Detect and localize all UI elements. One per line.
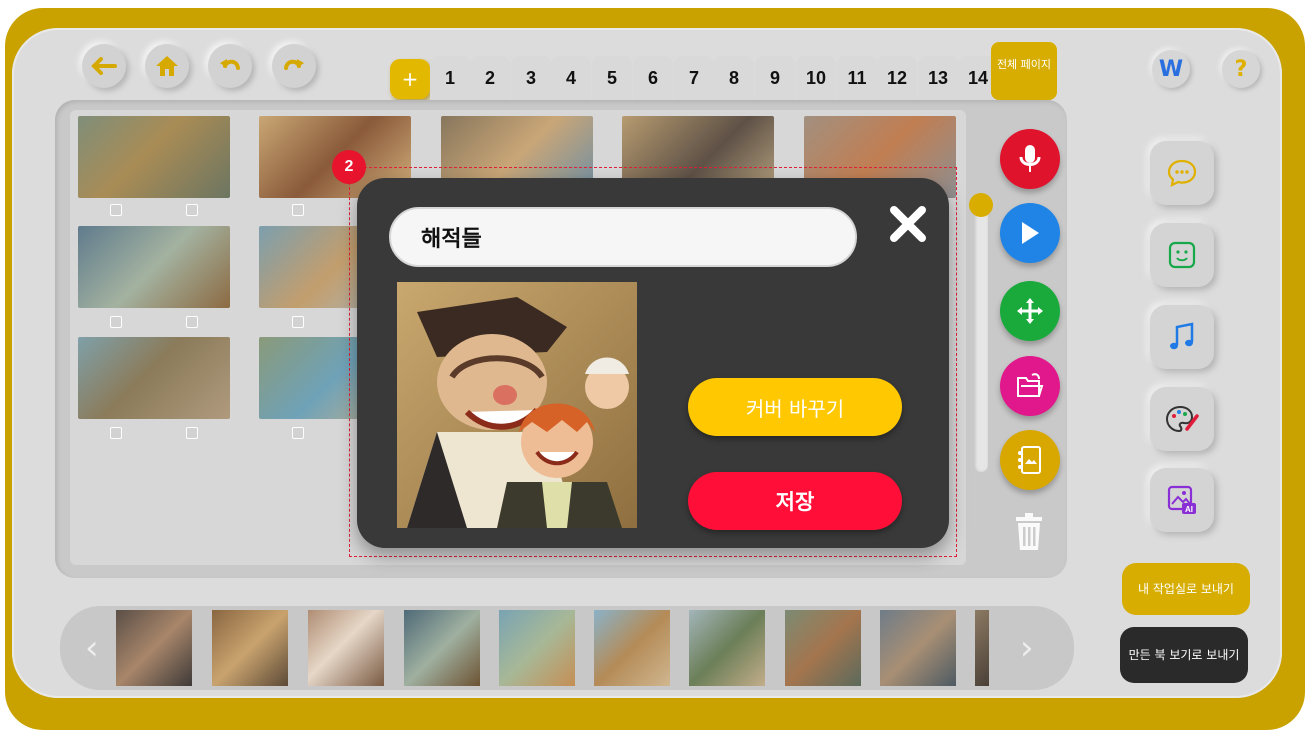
page-thumbnail[interactable] — [78, 226, 230, 308]
redo-button[interactable] — [272, 44, 316, 88]
page-tab[interactable]: 12 — [877, 56, 917, 100]
sticker-icon — [1168, 241, 1196, 269]
strip-thumbnail[interactable] — [499, 610, 575, 686]
home-button[interactable] — [145, 44, 189, 88]
page-tab[interactable]: 1 — [430, 56, 470, 100]
all-pages-tab[interactable]: 전체 페이지 — [991, 42, 1057, 100]
ai-image-icon: AI — [1167, 485, 1196, 514]
step-badge: 2 — [332, 150, 366, 184]
play-icon — [1022, 222, 1039, 244]
send-to-book-view-button[interactable]: 만든 북 보기로 보내기 — [1120, 627, 1248, 683]
sticker-button[interactable] — [1150, 223, 1214, 287]
record-button[interactable] — [1000, 129, 1060, 189]
page-tab[interactable]: 3 — [511, 56, 551, 100]
arrow-left-icon — [91, 57, 117, 75]
move-button[interactable] — [1000, 281, 1060, 341]
save-button[interactable]: 저장 — [688, 472, 902, 530]
strip-thumbnail[interactable] — [785, 610, 861, 686]
play-button[interactable] — [1000, 203, 1060, 263]
page-checkbox[interactable] — [110, 427, 122, 439]
page-tab[interactable]: 5 — [592, 56, 632, 100]
trash-icon — [1016, 513, 1042, 550]
undo-button[interactable] — [208, 44, 252, 88]
help-button[interactable]: ? — [1222, 50, 1260, 88]
strip-thumbnail[interactable] — [975, 610, 989, 686]
close-button[interactable] — [887, 203, 929, 245]
undo-icon — [220, 59, 240, 70]
palette-button[interactable] — [1150, 387, 1214, 451]
strip-next-button[interactable]: › — [1020, 628, 1034, 668]
send-to-workspace-button[interactable]: 내 작업실로 보내기 — [1122, 563, 1250, 615]
chat-button[interactable] — [1150, 141, 1214, 205]
strip-thumbnail[interactable] — [689, 610, 765, 686]
svg-text:AI: AI — [1185, 505, 1193, 514]
strip-thumbnail[interactable] — [404, 610, 480, 686]
redo-icon — [284, 59, 304, 70]
mic-icon — [1019, 145, 1041, 172]
album-icon — [1018, 446, 1041, 474]
page-checkbox[interactable] — [186, 204, 198, 216]
back-button[interactable] — [82, 44, 126, 88]
ai-image-button[interactable]: AI — [1150, 468, 1214, 532]
page-tab[interactable]: 11 — [837, 56, 877, 100]
strip-thumbnail[interactable] — [116, 610, 192, 686]
book-title-input[interactable]: 해적들 — [389, 207, 857, 267]
chat-icon — [1167, 159, 1197, 187]
strip-thumbnail[interactable] — [880, 610, 956, 686]
strip-thumbnail[interactable] — [212, 610, 288, 686]
close-icon — [890, 206, 926, 242]
page-tab[interactable]: 4 — [551, 56, 591, 100]
change-cover-button[interactable]: 커버 바꾸기 — [688, 378, 902, 436]
strip-prev-button[interactable]: ‹ — [85, 628, 99, 668]
page-checkbox[interactable] — [110, 316, 122, 328]
folder-open-icon — [1017, 373, 1044, 397]
page-checkbox[interactable] — [110, 204, 122, 216]
home-icon — [156, 56, 178, 76]
page-checkbox[interactable] — [186, 316, 198, 328]
page-checkbox[interactable] — [292, 316, 304, 328]
page-thumbnail[interactable] — [78, 116, 230, 198]
music-icon — [1170, 322, 1194, 350]
page-tab[interactable]: 13 — [918, 56, 958, 100]
strip-thumbnail[interactable] — [594, 610, 670, 686]
page-tab[interactable]: 7 — [674, 56, 714, 100]
w-button[interactable]: W — [1152, 50, 1190, 88]
page-checkbox[interactable] — [292, 427, 304, 439]
add-page-button[interactable]: + — [390, 59, 430, 99]
scrollbar-handle[interactable] — [969, 193, 993, 217]
page-checkbox[interactable] — [186, 427, 198, 439]
grid-scrollbar[interactable] — [974, 200, 988, 472]
strip-thumbnail[interactable] — [308, 610, 384, 686]
open-folder-button[interactable] — [1000, 356, 1060, 416]
page-tab[interactable]: 6 — [633, 56, 673, 100]
page-checkbox[interactable] — [292, 204, 304, 216]
page-tab[interactable]: 10 — [796, 56, 836, 100]
album-button[interactable] — [1000, 430, 1060, 490]
page-tab[interactable]: 8 — [714, 56, 754, 100]
move-icon — [1017, 298, 1043, 324]
palette-icon — [1165, 405, 1199, 433]
page-thumbnail[interactable] — [78, 337, 230, 419]
page-tab[interactable]: 9 — [755, 56, 795, 100]
music-button[interactable] — [1150, 305, 1214, 369]
page-tab[interactable]: 2 — [470, 56, 510, 100]
delete-button[interactable] — [1013, 512, 1045, 552]
cover-image — [397, 282, 637, 528]
